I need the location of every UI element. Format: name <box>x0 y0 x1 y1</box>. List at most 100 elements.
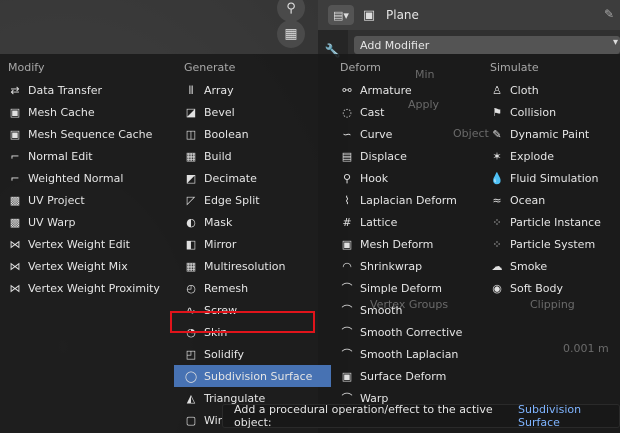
tooltip: Add a procedural operation/effect to the… <box>222 403 620 429</box>
remesh-icon: ◴ <box>186 281 196 295</box>
menu-item-uv-warp[interactable]: ▩ UV Warp <box>4 211 164 233</box>
particle-system-icon: ⁘ <box>492 237 502 251</box>
menu-item-shrinkwrap[interactable]: ◠ Shrinkwrap <box>336 255 486 277</box>
menu-item-edge-split[interactable]: ◸ Edge Split <box>180 189 330 211</box>
object-name: Plane <box>386 8 419 22</box>
menu-item-dynamic-paint[interactable]: ✎ Dynamic Paint <box>486 123 616 145</box>
armature-icon: ⚯ <box>342 83 352 97</box>
menu-item-vertex-weight-edit[interactable]: ⋈ Vertex Weight Edit <box>4 233 164 255</box>
menu-item-smooth-laplacian[interactable]: ⌒ Smooth Laplacian <box>336 343 486 365</box>
menu-item-label: Multiresolution <box>204 259 286 273</box>
menu-item-label: Particle Instance <box>510 215 601 229</box>
menu-item-multiresolution[interactable]: ▦ Multiresolution <box>180 255 330 277</box>
menu-item-weighted-normal[interactable]: ⌐ Weighted Normal <box>4 167 164 189</box>
menu-item-label: Remesh <box>204 281 249 295</box>
menu-item-normal-edit[interactable]: ⌐ Normal Edit <box>4 145 164 167</box>
uv-warp-icon: ▩ <box>9 215 21 229</box>
wireframe-icon: ▢ <box>185 413 197 427</box>
menu-item-particle-instance[interactable]: ⁘ Particle Instance <box>486 211 616 233</box>
menu-item-cast[interactable]: ◌ Cast <box>336 101 486 123</box>
tooltip-text: Add a procedural operation/effect to the… <box>234 403 493 429</box>
mesh-sequence-cache-icon: ▣ <box>9 127 21 141</box>
menu-item-collision[interactable]: ⚑ Collision <box>486 101 616 123</box>
menu-item-remesh[interactable]: ◴ Remesh <box>180 277 330 299</box>
menu-item-label: Lattice <box>360 215 398 229</box>
pin-icon[interactable]: ✎ <box>604 7 614 21</box>
collision-icon: ⚑ <box>492 105 502 119</box>
menu-item-label: Mesh Cache <box>28 105 95 119</box>
menu-item-mirror[interactable]: ◧ Mirror <box>180 233 330 255</box>
menu-item-mesh-cache[interactable]: ▣ Mesh Cache <box>4 101 164 123</box>
menu-item-subdivision-surface[interactable]: ◯ Subdivision Surface <box>174 365 331 387</box>
menu-item-mesh-sequence-cache[interactable]: ▣ Mesh Sequence Cache <box>4 123 164 145</box>
menu-item-uv-project[interactable]: ▩ UV Project <box>4 189 164 211</box>
menu-item-label: Mask <box>204 215 233 229</box>
menu-item-lattice[interactable]: # Lattice <box>336 211 486 233</box>
editor-type-button[interactable]: ▤▾ <box>328 5 354 25</box>
menu-item-smooth-corrective[interactable]: ⌒ Smooth Corrective <box>336 321 486 343</box>
menu-item-label: Bevel <box>204 105 235 119</box>
menu-item-ocean[interactable]: ≈ Ocean <box>486 189 616 211</box>
menu-item-mesh-deform[interactable]: ▣ Mesh Deform <box>336 233 486 255</box>
menu-item-solidify[interactable]: ◰ Solidify <box>180 343 330 365</box>
soft-body-icon: ◉ <box>492 281 502 295</box>
menu-item-smooth[interactable]: ⌒ Smooth <box>336 299 486 321</box>
menu-item-array[interactable]: ⫴ Array <box>180 79 330 101</box>
ocean-icon: ≈ <box>492 193 502 207</box>
chevron-down-icon: ▾ <box>612 37 618 48</box>
menu-item-label: Surface Deform <box>360 369 447 383</box>
add-modifier-button[interactable]: Add Modifier ▾ <box>354 36 620 54</box>
menu-item-label: Smooth Laplacian <box>360 347 459 361</box>
menu-item-vertex-weight-mix[interactable]: ⋈ Vertex Weight Mix <box>4 255 164 277</box>
menu-item-curve[interactable]: ∽ Curve <box>336 123 486 145</box>
smooth-corrective-icon: ⌒ <box>341 325 353 339</box>
ghost-value-label: 0.001 m <box>563 342 609 355</box>
menu-item-build[interactable]: ▦ Build <box>180 145 330 167</box>
menu-item-label: Ocean <box>510 193 546 207</box>
menu-item-surface-deform[interactable]: ▣ Surface Deform <box>336 365 486 387</box>
menu-item-label: Edge Split <box>204 193 260 207</box>
menu-item-hook[interactable]: ⚲ Hook <box>336 167 486 189</box>
grid-view-icon[interactable]: ▦ <box>277 20 305 48</box>
menu-item-laplacian-deform[interactable]: ⌇ Laplacian Deform <box>336 189 486 211</box>
vertex-weight-edit-icon: ⋈ <box>9 237 21 251</box>
normal-edit-icon: ⌐ <box>10 149 20 163</box>
ghost-clipping-label: Clipping <box>530 298 575 311</box>
menu-item-data-transfer[interactable]: ⇄ Data Transfer <box>4 79 164 101</box>
column-header-deform: Deform <box>340 61 381 74</box>
multiresolution-icon: ▦ <box>185 259 197 273</box>
menu-item-cloth[interactable]: ♙ Cloth <box>486 79 616 101</box>
mesh-cache-icon: ▣ <box>9 105 21 119</box>
smooth-laplacian-icon: ⌒ <box>341 347 353 361</box>
menu-item-vertex-weight-proximity[interactable]: ⋈ Vertex Weight Proximity <box>4 277 164 299</box>
menu-item-label: Fluid Simulation <box>510 171 599 185</box>
menu-item-soft-body[interactable]: ◉ Soft Body <box>486 277 616 299</box>
menu-item-label: Subdivision Surface <box>204 369 313 383</box>
menu-item-label: Explode <box>510 149 554 163</box>
menu-item-boolean[interactable]: ◫ Boolean <box>180 123 330 145</box>
array-icon: ⫴ <box>188 83 194 97</box>
fluid-simulation-icon: 💧 <box>490 171 504 185</box>
menu-item-decimate[interactable]: ◩ Decimate <box>180 167 330 189</box>
dynamic-paint-icon: ✎ <box>492 127 502 141</box>
tooltip-target: Subdivision Surface <box>518 403 582 429</box>
annotation-highlight-box <box>170 311 315 333</box>
menu-item-label: Smooth <box>360 303 403 317</box>
menu-item-displace[interactable]: ▤ Displace <box>336 145 486 167</box>
bevel-icon: ◪ <box>185 105 197 119</box>
menu-item-mask[interactable]: ◐ Mask <box>180 211 330 233</box>
menu-item-particle-system[interactable]: ⁘ Particle System <box>486 233 616 255</box>
laplacian-deform-icon: ⌇ <box>344 193 350 207</box>
menu-item-smoke[interactable]: ☁ Smoke <box>486 255 616 277</box>
object-icon: ▣ <box>362 7 376 23</box>
menu-item-label: Smoke <box>510 259 548 273</box>
menu-item-explode[interactable]: ✶ Explode <box>486 145 616 167</box>
menu-item-label: Mirror <box>204 237 237 251</box>
menu-item-simple-deform[interactable]: ⌒ Simple Deform <box>336 277 486 299</box>
lattice-icon: # <box>342 215 352 229</box>
vertex-weight-proximity-icon: ⋈ <box>9 281 21 295</box>
menu-item-bevel[interactable]: ◪ Bevel <box>180 101 330 123</box>
menu-item-fluid-simulation[interactable]: 💧 Fluid Simulation <box>486 167 616 189</box>
menu-item-armature[interactable]: ⚯ Armature <box>336 79 486 101</box>
hook-icon: ⚲ <box>342 171 352 185</box>
